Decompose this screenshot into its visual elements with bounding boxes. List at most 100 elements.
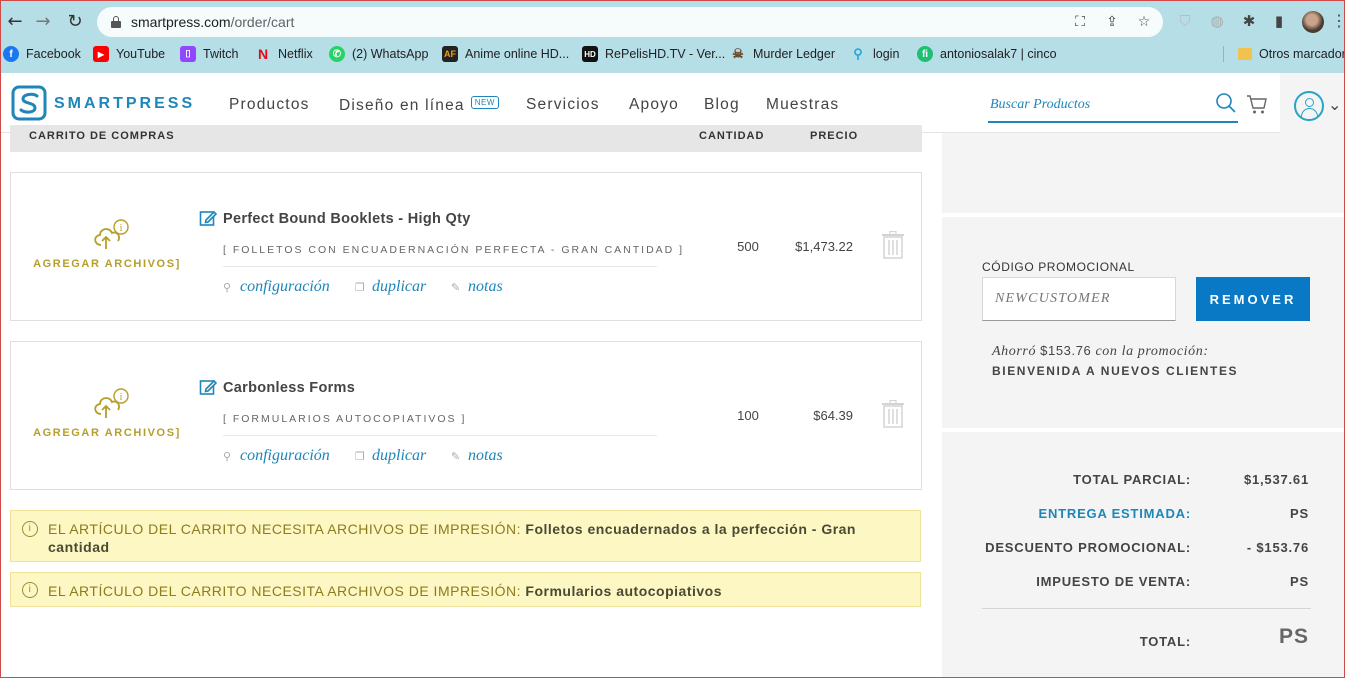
bookmark-anime[interactable]: AF Anime online HD...	[442, 43, 569, 65]
note-icon: ✎	[451, 450, 461, 463]
item-quantity[interactable]: 500	[731, 239, 765, 254]
copy-icon: ❐	[355, 281, 365, 294]
new-badge: NEW	[470, 96, 499, 109]
promo-discount-value: - $153.76	[1246, 540, 1309, 555]
promo-discount-label: DESCUENTO PROMOCIONAL:	[985, 540, 1191, 555]
bookmark-label: YouTube	[116, 47, 166, 61]
address-bar[interactable]: smartpress.com/order/cart ⛶ ⇪ ☆	[97, 7, 1163, 37]
summary-divider	[982, 608, 1311, 609]
configuration-label: configuración	[240, 278, 330, 295]
bookmark-label: Otros marcadores	[1259, 47, 1344, 61]
notes-link[interactable]: ✎ notas	[451, 278, 503, 296]
missing-files-notice: i EL ARTÍCULO DEL CARRITO NECESITA ARCHI…	[10, 572, 921, 607]
trash-icon[interactable]	[881, 400, 905, 428]
nav-diseno-en-linea[interactable]: Diseño en línea NEW	[339, 96, 499, 115]
wrench-icon: ⚲	[223, 281, 232, 294]
bookmark-murder-ledger[interactable]: ☠ Murder Ledger	[730, 43, 835, 65]
panel-divider	[942, 213, 1344, 217]
facebook-icon: f	[3, 46, 19, 62]
bookmark-youtube[interactable]: ▶ YouTube	[93, 43, 165, 65]
trash-icon[interactable]	[881, 231, 905, 259]
account-icon	[1294, 91, 1324, 121]
bookmark-other-folder[interactable]: Otros marcadores	[1238, 43, 1344, 65]
nav-blog[interactable]: Blog	[704, 96, 740, 114]
bookmark-label: Facebook	[26, 47, 81, 61]
duplicate-label: duplicar	[372, 447, 427, 464]
edit-icon[interactable]	[199, 378, 217, 396]
bookmark-netflix[interactable]: N Netflix	[255, 43, 313, 65]
edit-icon[interactable]	[199, 209, 217, 227]
upload-files-label: AGREGAR ARCHIVOS]	[33, 427, 181, 439]
smartpress-logo-icon[interactable]	[11, 85, 47, 121]
bookmarks-bar: f Facebook ▶ YouTube ⌷ Twitch N Netflix ✆ (2)…	[1, 43, 1344, 65]
product-name[interactable]: Carbonless Forms	[223, 380, 355, 396]
twitch-icon: ⌷	[180, 46, 196, 62]
globe-extension-icon[interactable]: ◍	[1207, 11, 1227, 31]
configuration-label: configuración	[240, 447, 330, 464]
bookmark-label: login	[873, 47, 900, 61]
search-icon[interactable]	[1215, 92, 1237, 114]
search-input[interactable]	[988, 89, 1238, 123]
cloud-upload-icon: i	[94, 388, 129, 418]
duplicate-link[interactable]: ❐ duplicar	[355, 447, 426, 465]
total-value: PS	[1278, 625, 1309, 648]
nav-servicios[interactable]: Servicios	[526, 96, 600, 114]
duplicate-label: duplicar	[372, 278, 427, 295]
bookmark-whatsapp[interactable]: ✆ (2) WhatsApp	[329, 43, 428, 65]
item-price: $1,473.22	[795, 239, 853, 254]
estimated-delivery-link[interactable]: ENTREGA ESTIMADA:	[942, 506, 1191, 521]
bookmark-label: Netflix	[278, 47, 313, 61]
column-header-price: PRECIO	[810, 130, 859, 142]
nav-label: Muestras	[766, 96, 840, 113]
bookmark-label: Murder Ledger	[753, 47, 835, 61]
bookmark-repelis[interactable]: HD RePelisHD.TV - Ver...	[582, 43, 725, 65]
upload-files-button[interactable]: i AGREGAR ARCHIVOS]	[11, 342, 203, 491]
forward-icon[interactable]: →	[31, 10, 55, 34]
back-icon[interactable]: ←	[3, 10, 27, 34]
savings-prefix: Ahorró	[992, 344, 1037, 359]
bookmark-twitch[interactable]: ⌷ Twitch	[180, 43, 238, 65]
notes-label: notas	[468, 447, 503, 464]
configuration-link[interactable]: ⚲ configuración	[223, 278, 330, 296]
bookmark-login[interactable]: ⚲ login	[850, 43, 899, 65]
url-text[interactable]: smartpress.com/order/cart	[131, 14, 294, 30]
cart-item: i AGREGAR ARCHIVOS] Carbonless Forms [ F…	[10, 341, 922, 490]
nav-label: Blog	[704, 96, 740, 113]
translate-icon[interactable]: ⛶	[1071, 13, 1089, 31]
puzzle-extensions-icon[interactable]: ✱	[1239, 11, 1259, 31]
total-label: TOTAL:	[1139, 634, 1191, 649]
site-header: SMARTPRESS Productos Diseño en línea NEW …	[1, 73, 1344, 133]
cart-icon[interactable]	[1246, 93, 1268, 115]
order-summary-panel: CÓDIGO PROMOCIONAL REMOVER Ahorró $153.7…	[942, 133, 1344, 677]
menu-kebab-icon[interactable]: ⋮	[1331, 11, 1344, 33]
whatsapp-icon: ✆	[329, 46, 345, 62]
bookmark-facebook[interactable]: f Facebook	[3, 43, 81, 65]
account-menu[interactable]: ⌄	[1280, 73, 1344, 133]
note-icon: ✎	[451, 281, 461, 294]
remove-promo-button[interactable]: REMOVER	[1196, 277, 1310, 321]
upload-files-button[interactable]: i AGREGAR ARCHIVOS]	[11, 173, 203, 322]
nav-label: Productos	[229, 96, 310, 113]
nav-muestras[interactable]: Muestras	[766, 96, 839, 114]
product-name[interactable]: Perfect Bound Booklets - High Qty	[223, 211, 471, 227]
reload-icon[interactable]: ↻	[63, 10, 87, 34]
nav-productos[interactable]: Productos	[229, 96, 310, 114]
login-icon: ⚲	[853, 46, 863, 61]
promo-code-input[interactable]	[982, 277, 1176, 321]
star-icon[interactable]: ☆	[1135, 13, 1153, 31]
copy-icon: ❐	[355, 450, 365, 463]
duplicate-link[interactable]: ❐ duplicar	[355, 278, 426, 296]
profile-avatar[interactable]	[1302, 11, 1324, 33]
shield-extension-icon[interactable]: ⛉	[1175, 11, 1195, 31]
item-quantity[interactable]: 100	[731, 408, 765, 423]
savings-suffix: con la promoción:	[1095, 344, 1209, 359]
side-panel-icon[interactable]: ▮	[1269, 11, 1289, 31]
column-header-qty: CANTIDAD	[699, 130, 765, 142]
bookmark-fiverr[interactable]: fi antoniosalak7 | cinco	[917, 43, 1057, 65]
brand-name[interactable]: SMARTPRESS	[54, 95, 195, 113]
notes-link[interactable]: ✎ notas	[451, 447, 503, 465]
configuration-link[interactable]: ⚲ configuración	[223, 447, 330, 465]
notice-item: Formularios autocopiativos	[525, 583, 722, 599]
nav-apoyo[interactable]: Apoyo	[629, 96, 679, 114]
share-icon[interactable]: ⇪	[1103, 13, 1121, 31]
